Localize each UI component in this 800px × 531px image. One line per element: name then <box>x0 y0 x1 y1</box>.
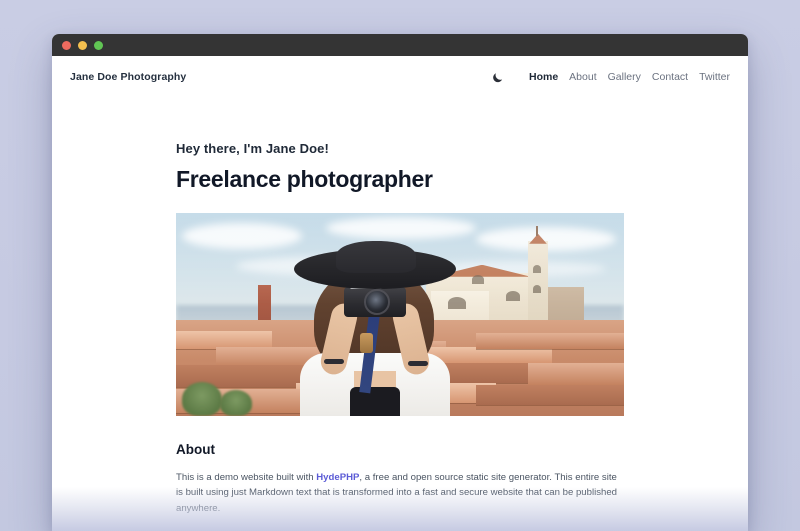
desktop-background: Jane Doe Photography Home About Gallery … <box>0 0 800 531</box>
church-arch <box>506 290 520 301</box>
site-brand[interactable]: Jane Doe Photography <box>70 71 186 83</box>
browser-window: Jane Doe Photography Home About Gallery … <box>52 34 748 531</box>
nav-links: Home About Gallery Contact Twitter <box>490 69 730 85</box>
site-navbar: Jane Doe Photography Home About Gallery … <box>52 56 748 98</box>
cloud <box>182 222 302 249</box>
window-titlebar[interactable] <box>52 34 748 56</box>
camera-lens <box>364 288 390 315</box>
moon-icon[interactable] <box>490 69 506 85</box>
about-text-before-link: This is a demo website built with <box>176 471 317 483</box>
strap-leather-tag <box>360 332 373 353</box>
minimize-button[interactable] <box>78 40 87 50</box>
cloud <box>326 216 476 239</box>
tower-window <box>533 284 541 293</box>
bracelet <box>408 360 428 366</box>
photographer-figure <box>288 240 460 416</box>
close-button[interactable] <box>62 40 71 50</box>
page-title: Freelance photographer <box>176 166 433 192</box>
tower-window <box>533 264 541 273</box>
tree <box>220 389 252 416</box>
nav-item-twitter[interactable]: Twitter <box>699 71 730 83</box>
roof <box>528 362 624 385</box>
sun-hat-crown <box>336 240 416 273</box>
nav-item-contact[interactable]: Contact <box>652 71 688 83</box>
maximize-button[interactable] <box>94 40 103 50</box>
black-top <box>350 386 400 416</box>
nav-item-about[interactable]: About <box>569 71 596 83</box>
church-arch <box>472 274 484 284</box>
tree <box>182 381 222 416</box>
website-viewport: Jane Doe Photography Home About Gallery … <box>52 56 748 531</box>
hero-photo <box>176 212 624 416</box>
about-heading: About <box>176 441 215 457</box>
hydephp-link[interactable]: HydePHP <box>316 472 359 483</box>
bracelet <box>324 358 344 364</box>
hero-kicker: Hey there, I'm Jane Doe! <box>176 141 329 156</box>
tower-spire <box>536 225 538 236</box>
nav-item-home[interactable]: Home <box>529 71 558 83</box>
nav-item-gallery[interactable]: Gallery <box>608 71 641 83</box>
roof <box>476 384 624 405</box>
main-content: Hey there, I'm Jane Doe! Freelance photo… <box>176 141 624 531</box>
roof <box>476 332 624 349</box>
about-paragraph-1: This is a demo website built with HydePH… <box>176 470 624 517</box>
